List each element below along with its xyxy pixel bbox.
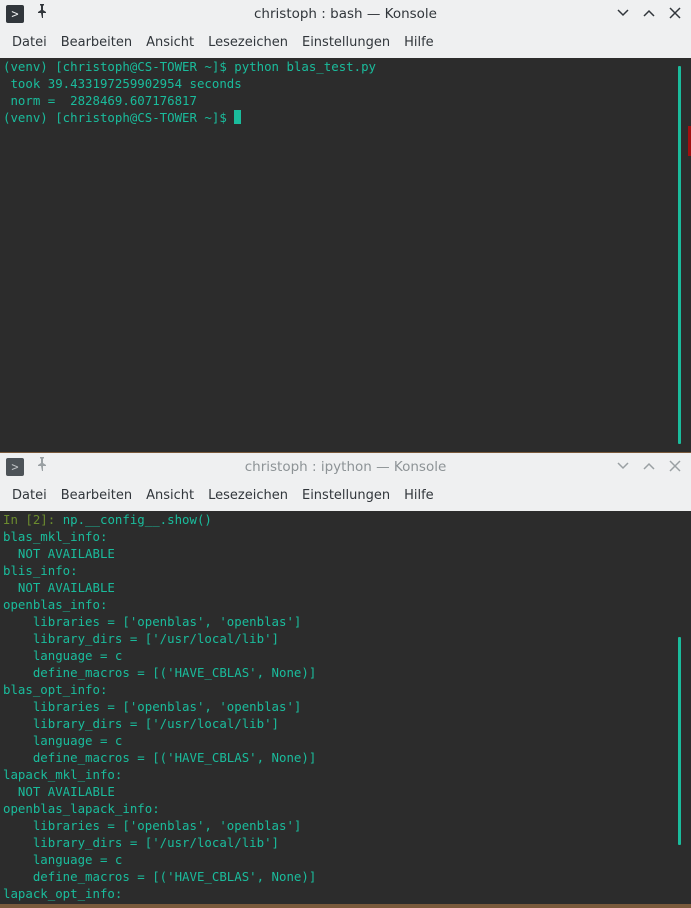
terminal-prompt-line: (venv) [christoph@CS-TOWER ~]$ [0, 109, 691, 126]
menu-ansicht[interactable]: Ansicht [139, 488, 201, 503]
terminal-view[interactable]: (venv) [christoph@CS-TOWER ~]$ python bl… [0, 58, 691, 452]
output-line: language = c [3, 733, 123, 748]
output-line: libraries = ['openblas', 'openblas'] [3, 818, 302, 833]
output-line: openblas_lapack_info: [3, 801, 160, 816]
menu-bearbeiten[interactable]: Bearbeiten [54, 35, 139, 50]
output-line: library_dirs = ['/usr/local/lib'] [3, 835, 280, 850]
menu-datei[interactable]: Datei [5, 35, 54, 50]
ipython-command: np.__config__.show() [62, 512, 212, 527]
output-line: NOT AVAILABLE [3, 546, 115, 561]
maximize-button[interactable] [639, 3, 659, 23]
menu-einstellungen[interactable]: Einstellungen [295, 488, 397, 503]
konsole-window-bash: > christoph : bash — Konsole Datei Bearb… [0, 0, 691, 452]
output-line: blas_opt_info: [3, 682, 108, 697]
title-bar[interactable]: > christoph : ipython — Konsole [0, 453, 691, 480]
output-line: blas_mkl_info: [3, 529, 108, 544]
output-line: define_macros = [('HAVE_CBLAS', None)] [3, 665, 317, 680]
output-line: NOT AVAILABLE [3, 784, 115, 799]
output-lines: blas_mkl_info: NOT AVAILABLE blis_info: … [0, 528, 691, 902]
close-icon [669, 460, 681, 472]
output-line: define_macros = [('HAVE_CBLAS', None)] [3, 750, 317, 765]
terminal-view[interactable]: In [2]: np.__config__.show() blas_mkl_in… [0, 511, 691, 904]
output-line: NOT AVAILABLE [3, 580, 115, 595]
minimize-button[interactable] [613, 3, 633, 23]
menu-hilfe[interactable]: Hilfe [397, 488, 441, 503]
output-line: language = c [3, 648, 123, 663]
menu-lesezeichen[interactable]: Lesezeichen [201, 35, 295, 50]
terminal-command-line: (venv) [christoph@CS-TOWER ~]$ python bl… [3, 59, 376, 74]
konsole-window-ipython: > christoph : ipython — Konsole Datei Be… [0, 453, 691, 904]
menu-ansicht[interactable]: Ansicht [139, 35, 201, 50]
chevron-down-icon [617, 9, 629, 17]
output-line: library_dirs = ['/usr/local/lib'] [3, 631, 280, 646]
menu-lesezeichen[interactable]: Lesezeichen [201, 488, 295, 503]
chevron-up-icon [643, 9, 655, 17]
menu-einstellungen[interactable]: Einstellungen [295, 35, 397, 50]
output-line: blis_info: [3, 563, 78, 578]
ipython-in-prompt: In [2]: [3, 512, 63, 527]
output-line: library_dirs = ['/usr/local/lib'] [3, 716, 280, 731]
konsole-app-icon[interactable]: > [6, 5, 24, 23]
window-title: christoph : bash — Konsole [254, 5, 437, 22]
output-line: lapack_opt_info: [3, 886, 123, 901]
terminal-output-line: took 39.433197259902954 seconds [3, 76, 242, 91]
chevron-down-icon [617, 462, 629, 470]
title-bar[interactable]: > christoph : bash — Konsole [0, 0, 691, 27]
menu-hilfe[interactable]: Hilfe [397, 35, 441, 50]
terminal-output-line: norm = 2828469.607176817 [3, 93, 197, 108]
close-button[interactable] [665, 456, 685, 476]
output-line: language = c [3, 852, 123, 867]
konsole-app-icon[interactable]: > [6, 458, 24, 476]
scrollbar[interactable] [678, 637, 681, 845]
output-line: openblas_info: [3, 597, 108, 612]
minimize-button[interactable] [613, 456, 633, 476]
pin-icon[interactable] [36, 4, 48, 24]
close-icon [669, 7, 681, 19]
text-cursor [234, 110, 242, 124]
scrollbar[interactable] [678, 66, 681, 444]
output-line: lapack_mkl_info: [3, 767, 123, 782]
menu-bar: Datei Bearbeiten Ansicht Lesezeichen Ein… [0, 27, 691, 58]
output-line: define_macros = [('HAVE_CBLAS', None)] [3, 869, 317, 884]
ipython-input-line: In [2]: np.__config__.show() [0, 511, 691, 528]
menu-bar: Datei Bearbeiten Ansicht Lesezeichen Ein… [0, 480, 691, 511]
output-line: libraries = ['openblas', 'openblas'] [3, 699, 302, 714]
menu-bearbeiten[interactable]: Bearbeiten [54, 488, 139, 503]
close-button[interactable] [665, 3, 685, 23]
pin-icon[interactable] [36, 457, 48, 477]
chevron-up-icon [643, 462, 655, 470]
maximize-button[interactable] [639, 456, 659, 476]
shell-prompt: (venv) [christoph@CS-TOWER ~]$ [3, 110, 235, 125]
output-line: libraries = ['openblas', 'openblas'] [3, 614, 302, 629]
window-title: christoph : ipython — Konsole [244, 458, 447, 475]
menu-datei[interactable]: Datei [5, 488, 54, 503]
